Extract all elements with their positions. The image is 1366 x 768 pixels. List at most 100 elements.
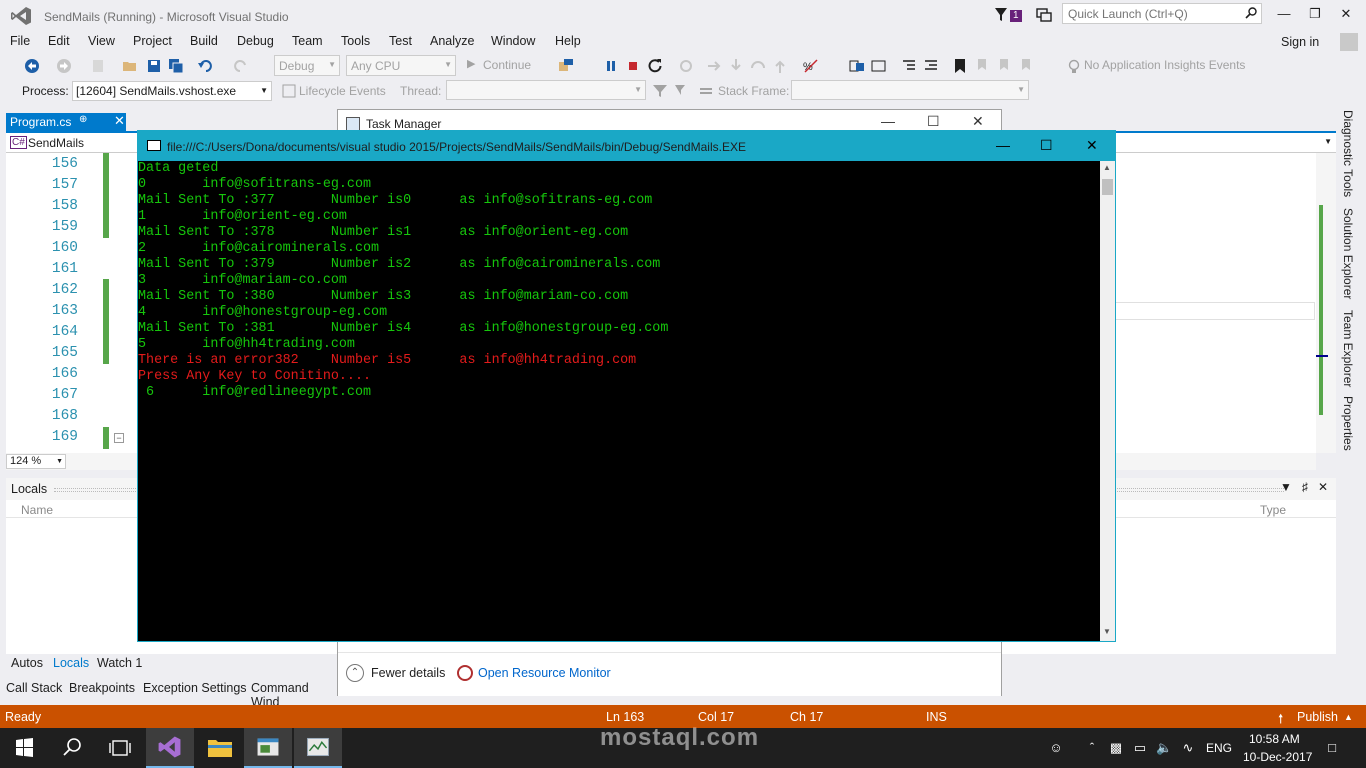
feedback-icon[interactable] (1036, 7, 1052, 23)
console-maximize-icon[interactable]: ☐ (1040, 137, 1053, 154)
editor-vertical-scrollbar[interactable] (1316, 153, 1336, 453)
notification-badge[interactable]: 1 (1010, 10, 1022, 22)
open-resource-monitor-link[interactable]: Open Resource Monitor (478, 666, 611, 680)
quick-launch-box[interactable] (1062, 3, 1262, 24)
search-icon[interactable] (48, 728, 96, 768)
restore-icon[interactable]: ❐ (1305, 6, 1325, 24)
menu-build[interactable]: Build (190, 34, 218, 48)
action-center-icon[interactable]: □ (1324, 740, 1340, 756)
comment-icon[interactable] (849, 58, 865, 74)
close-icon[interactable]: ✕ (1336, 6, 1356, 24)
pin-icon[interactable]: ⊕ (79, 114, 87, 125)
solution-config-dropdown[interactable]: Debug ▼ (274, 55, 340, 76)
quick-launch-input[interactable] (1063, 4, 1239, 24)
forward-icon[interactable] (56, 58, 72, 74)
language-indicator[interactable]: ENG (1206, 741, 1232, 755)
tab-diagnostic-tools[interactable]: Diagnostic Tools (1341, 110, 1355, 197)
pane-pin-icon[interactable]: ♯ (1302, 480, 1308, 494)
scroll-thumb[interactable] (1102, 179, 1113, 195)
members-dropdown-arrow-icon[interactable]: ▼ (1324, 137, 1332, 146)
close-tab-icon[interactable]: ✕ (114, 113, 125, 129)
stop-debugging-icon[interactable] (625, 58, 641, 74)
uncomment-icon[interactable] (871, 58, 887, 74)
console-scrollbar[interactable]: ▲ ▼ (1100, 161, 1115, 641)
volume-icon[interactable]: 🔈 (1156, 740, 1172, 756)
save-icon[interactable] (146, 58, 162, 74)
bookmark-icon[interactable] (952, 58, 968, 74)
resource-monitor-icon[interactable] (457, 665, 473, 681)
collapse-outline-icon[interactable]: − (114, 433, 124, 443)
task-view-icon[interactable] (96, 728, 144, 768)
profile-icon[interactable] (1340, 33, 1358, 51)
menu-edit[interactable]: Edit (48, 34, 70, 48)
outdent-icon[interactable] (901, 58, 917, 74)
menu-view[interactable]: View (88, 34, 115, 48)
menu-help[interactable]: Help (555, 34, 581, 48)
clock-time[interactable]: 10:58 AM (1249, 732, 1300, 746)
stack-frame-icon[interactable] (698, 83, 714, 99)
pane-dropdown-icon[interactable]: ▼ (1280, 480, 1292, 494)
scroll-down-icon[interactable]: ▼ (1103, 627, 1111, 636)
minimize-icon[interactable]: — (1274, 6, 1294, 24)
tab-exception-settings[interactable]: Exception Settings (143, 681, 247, 695)
step-into-icon[interactable] (728, 58, 744, 74)
battery-icon[interactable]: ▭ (1132, 740, 1148, 756)
windows-start-icon[interactable] (0, 728, 48, 768)
menu-analyze[interactable]: Analyze (430, 34, 474, 48)
tm-maximize-icon[interactable]: ☐ (927, 113, 940, 130)
clock-date[interactable]: 10-Dec-2017 (1243, 750, 1312, 764)
hot-reload-icon[interactable] (678, 58, 694, 74)
back-icon[interactable] (24, 58, 40, 74)
file-explorer-icon[interactable] (196, 728, 244, 768)
menu-tools[interactable]: Tools (341, 34, 370, 48)
menu-team[interactable]: Team (292, 34, 323, 48)
column-type[interactable]: Type (1260, 503, 1286, 517)
tab-call-stack[interactable]: Call Stack (6, 681, 62, 695)
menu-project[interactable]: Project (133, 34, 172, 48)
tm-minimize-icon[interactable]: — (881, 113, 895, 129)
menu-debug[interactable]: Debug (237, 34, 274, 48)
show-hidden-icons-icon[interactable]: ˆ (1084, 740, 1100, 756)
search-icon[interactable] (1245, 7, 1257, 19)
lifecycle-events-icon[interactable] (281, 83, 297, 99)
scroll-up-icon[interactable]: ▲ (1103, 163, 1111, 172)
undo-icon[interactable] (198, 58, 214, 74)
publish-button[interactable]: Publish (1297, 710, 1338, 724)
next-bookmark-icon[interactable] (996, 58, 1012, 74)
tab-solution-explorer[interactable]: Solution Explorer (1341, 208, 1355, 299)
fewer-details-icon[interactable]: ⌃ (346, 664, 364, 682)
indent-icon[interactable] (923, 58, 939, 74)
continue-button[interactable]: Continue (483, 58, 531, 72)
console-minimize-icon[interactable]: — (996, 137, 1010, 153)
pane-close-icon[interactable]: ✕ (1318, 480, 1328, 494)
redo-icon[interactable] (232, 58, 248, 74)
menu-window[interactable]: Window (491, 34, 535, 48)
menu-test[interactable]: Test (389, 34, 412, 48)
zoom-dropdown[interactable]: 124 % ▼ (6, 454, 66, 469)
tab-autos[interactable]: Autos (11, 656, 43, 670)
wifi-icon[interactable]: ∿ (1180, 740, 1196, 756)
sign-in-link[interactable]: Sign in (1281, 35, 1319, 49)
column-name[interactable]: Name (21, 503, 53, 517)
people-icon[interactable]: ☺ (1048, 740, 1064, 756)
console-close-icon[interactable]: ✕ (1086, 137, 1098, 154)
open-file-icon[interactable] (122, 58, 138, 74)
task-manager-taskbar-icon[interactable] (294, 728, 342, 768)
menu-file[interactable]: File (10, 34, 30, 48)
show-flagged-threads-icon[interactable] (674, 83, 690, 99)
console-app-taskbar-icon[interactable] (244, 728, 292, 768)
save-all-icon[interactable] (168, 58, 184, 74)
stack-frame-dropdown[interactable]: ▼ (791, 80, 1029, 100)
tab-team-explorer[interactable]: Team Explorer (1341, 310, 1355, 387)
continue-play-icon[interactable]: ▶ (467, 57, 475, 70)
tab-properties[interactable]: Properties (1341, 396, 1355, 451)
lifecycle-events-button[interactable]: Lifecycle Events (299, 84, 386, 98)
step-out-icon[interactable] (772, 58, 788, 74)
project-dropdown[interactable]: SendMails (28, 136, 84, 150)
hex-display-icon[interactable]: % (803, 58, 819, 74)
tab-watch-1[interactable]: Watch 1 (97, 656, 142, 670)
pane-controls[interactable]: ▼ ♯ ✕ (1280, 480, 1328, 494)
restart-icon[interactable] (647, 58, 663, 74)
publish-up-icon[interactable]: ▲ (1344, 712, 1353, 722)
new-project-icon[interactable] (90, 58, 106, 74)
